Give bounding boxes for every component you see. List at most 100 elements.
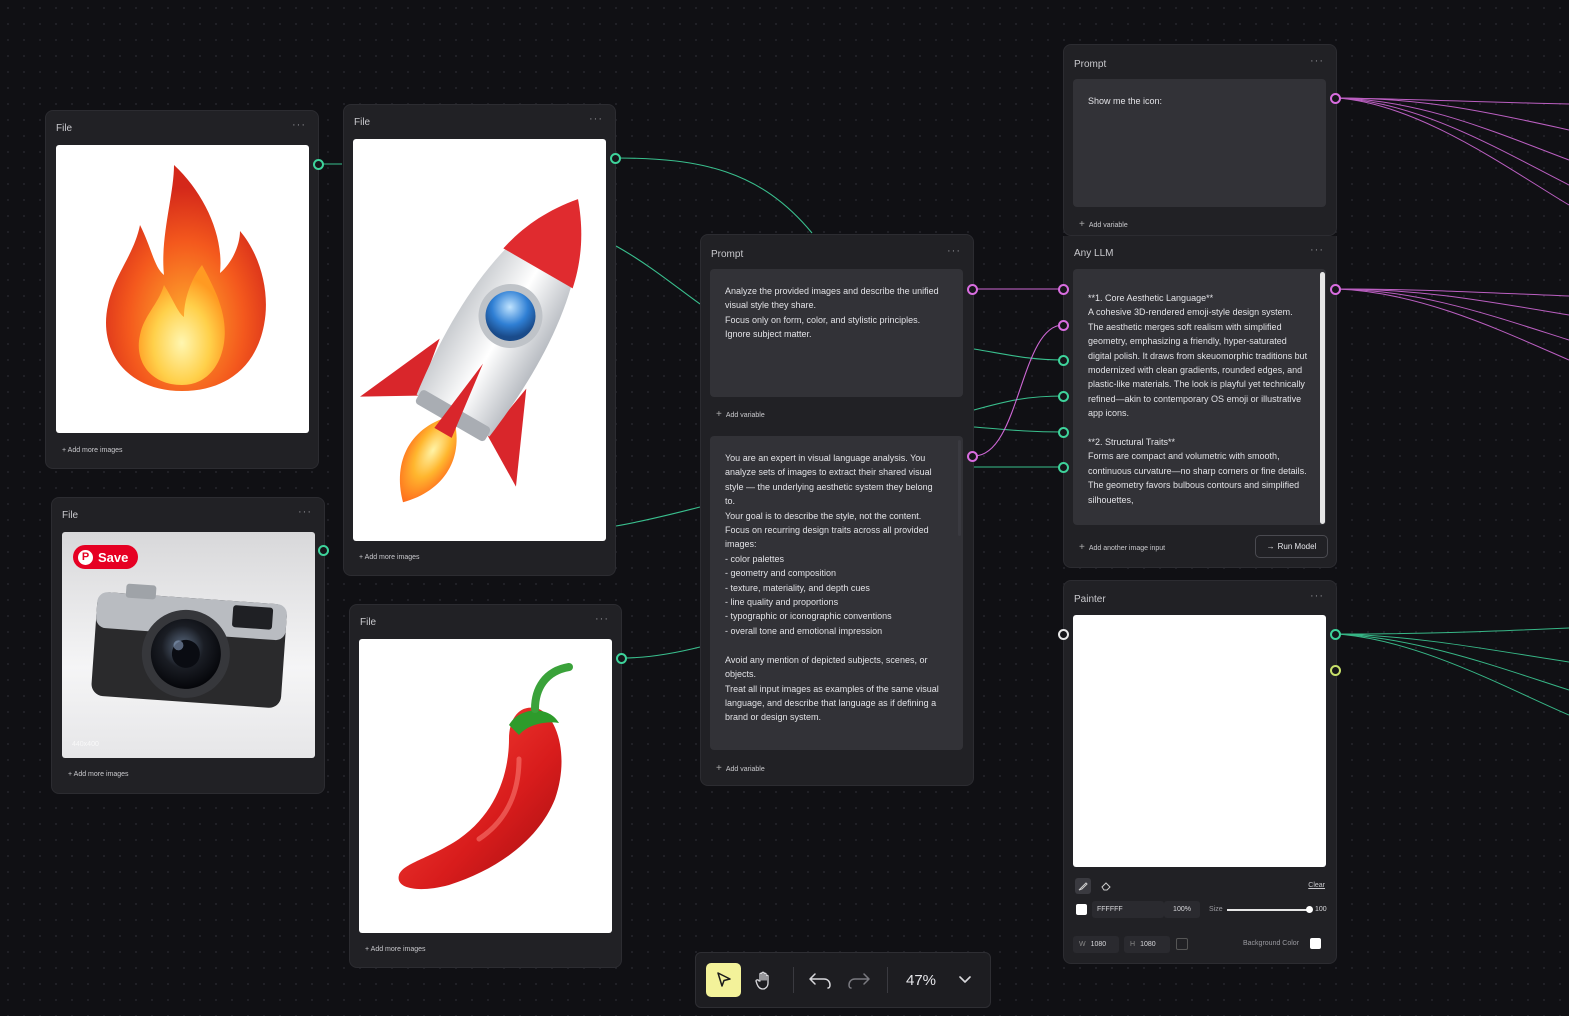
chili-image [359,639,612,933]
brush-icon[interactable] [1075,878,1091,894]
output-port[interactable] [1330,93,1341,104]
output-port[interactable] [1330,665,1341,676]
node-title: Prompt [711,249,744,260]
output-port[interactable] [318,545,329,556]
output-port[interactable] [313,159,324,170]
output-port[interactable] [967,284,978,295]
pan-tool-button[interactable] [746,963,781,997]
fire-image [56,145,309,433]
prompt-node-main[interactable]: Prompt ··· Analyze the provided images a… [700,234,974,786]
add-variable-label: Add variable [1088,222,1128,229]
width-field[interactable]: W 1080 [1073,936,1119,953]
more-options-icon[interactable]: ··· [1310,590,1324,602]
canvas-toolbar: 47% [695,952,991,1008]
clear-link[interactable]: Clear [1308,882,1325,889]
link-dimensions-icon[interactable] [1176,938,1188,950]
llm-output-scrollbar[interactable] [1320,272,1325,524]
size-slider-handle[interactable] [1305,906,1313,913]
add-more-images-link[interactable]: + Add more images [365,946,426,953]
system-prompt-textarea[interactable]: You are an expert in visual language ana… [710,436,963,750]
toolbar-divider [793,967,794,993]
node-title: File [354,117,371,128]
pinterest-icon: P [78,549,93,565]
pinterest-save-button[interactable]: P Save [73,545,139,569]
add-image-input-button[interactable]: + Add another image input [1079,542,1165,553]
zoom-level[interactable]: 47% [906,972,936,989]
more-options-icon[interactable]: ··· [298,506,312,518]
add-image-input-label: Add another image input [1088,545,1166,552]
input-port[interactable] [1058,391,1069,402]
output-port[interactable] [610,153,621,164]
plus-icon: + [1079,219,1085,230]
toolbar-divider [887,967,888,993]
input-port[interactable] [1058,427,1069,438]
input-port[interactable] [1058,462,1069,473]
more-options-icon[interactable]: ··· [1310,244,1324,256]
background-color-swatch[interactable] [1310,938,1321,949]
input-port[interactable] [1058,629,1069,640]
painter-canvas[interactable] [1073,615,1326,867]
width-value: 1080 [1090,941,1107,948]
add-variable-button[interactable]: + Add variable [716,763,765,774]
redo-button[interactable] [842,963,876,997]
add-variable-button[interactable]: + Add variable [716,409,765,420]
height-label: H [1130,941,1136,948]
height-field[interactable]: H 1080 [1124,936,1170,953]
zoom-dropdown-button[interactable] [954,968,976,992]
file-node-fire[interactable]: File ··· + Add more images [45,110,319,469]
run-model-button[interactable]: → Run Model [1255,535,1328,558]
plus-icon: + [716,409,722,420]
cursor-icon [716,972,731,987]
add-variable-button[interactable]: + Add variable [1079,219,1128,230]
image-size-label: 440x400 [72,741,99,748]
background-color-label: Background Color [1243,940,1300,947]
more-options-icon[interactable]: ··· [947,245,961,257]
opacity-field[interactable]: 100% [1164,901,1200,918]
select-tool-button[interactable] [706,963,741,997]
add-more-images-link[interactable]: + Add more images [62,447,123,454]
more-options-icon[interactable]: ··· [595,613,609,625]
node-title: File [360,617,377,628]
painter-node[interactable]: Painter ··· Clear FFFFFF 100% Size 100 W… [1063,580,1337,964]
undo-button[interactable] [803,963,837,997]
more-options-icon[interactable]: ··· [589,113,603,125]
file-node-camera[interactable]: File ··· 440x400 P Save + Add more image… [51,497,325,794]
prompt-node-top[interactable]: Prompt ··· Show me the icon: + Add variab… [1063,44,1337,236]
chevron-down-icon [959,976,971,983]
camera-image: 440x400 P Save [62,532,315,758]
size-label: Size [1209,906,1223,913]
prompt-textarea[interactable]: Analyze the provided images and describe… [710,269,963,397]
node-title: Any LLM [1074,248,1114,259]
input-port[interactable] [1058,284,1069,295]
output-port[interactable] [1330,629,1341,640]
plus-icon: + [1079,542,1085,553]
redo-icon [848,973,870,989]
file-node-chili[interactable]: File ··· + Add more images [349,604,622,968]
input-port[interactable] [1058,320,1069,331]
prompt-textarea[interactable]: Show me the icon: [1073,79,1326,207]
eraser-icon[interactable] [1098,878,1114,894]
system-prompt-scrollbar[interactable] [958,440,961,536]
any-llm-node[interactable]: Any LLM ··· **1. Core Aesthetic Language… [1063,236,1337,568]
file-node-rocket[interactable]: File ··· + Add more images [343,104,616,576]
input-port[interactable] [1058,355,1069,366]
undo-icon [809,973,831,989]
arrow-right-icon: → [1266,542,1275,551]
output-port[interactable] [967,451,978,462]
opacity-value: 100% [1173,906,1191,913]
more-options-icon[interactable]: ··· [292,119,306,131]
hand-icon [754,971,769,990]
output-port[interactable] [616,653,627,664]
more-options-icon[interactable]: ··· [1310,55,1324,67]
llm-output: **1. Core Aesthetic Language** A cohesiv… [1073,269,1326,525]
color-swatch[interactable] [1076,904,1087,915]
add-variable-label: Add variable [725,766,765,773]
run-model-label: Run Model [1277,542,1317,551]
add-more-images-link[interactable]: + Add more images [68,771,129,778]
color-hex-field[interactable]: FFFFFF [1092,901,1164,918]
plus-icon: + [716,763,722,774]
size-value: 100 [1315,906,1327,913]
rocket-image [353,139,606,541]
output-port[interactable] [1330,284,1341,295]
add-more-images-link[interactable]: + Add more images [359,554,420,561]
